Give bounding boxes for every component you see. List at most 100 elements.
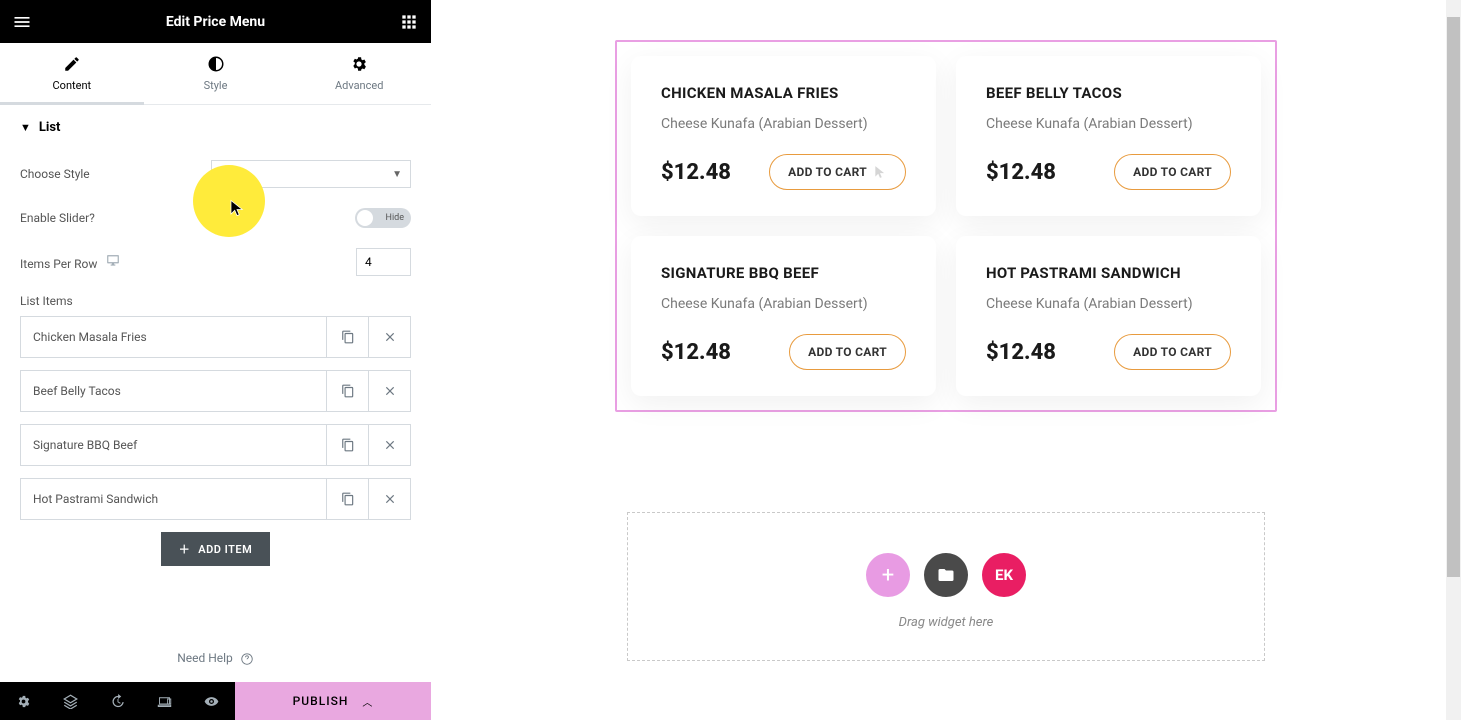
duplicate-item-button[interactable]: [326, 317, 368, 357]
close-icon: [383, 492, 397, 506]
card-footer: $12.48 ADD TO CART: [661, 334, 906, 370]
add-to-cart-button[interactable]: ADD TO CART: [1114, 154, 1231, 190]
list-item[interactable]: Hot Pastrami Sandwich: [20, 478, 411, 520]
card-footer: $12.48 ADD TO CART: [661, 154, 906, 190]
eye-icon: [204, 694, 219, 709]
card-title: SIGNATURE BBQ BEEF: [661, 264, 906, 282]
card-title: HOT PASTRAMI SANDWICH: [986, 264, 1231, 282]
history-button[interactable]: [94, 682, 141, 720]
list-item[interactable]: Beef Belly Tacos: [20, 370, 411, 412]
sidebar-body: ▼ List Choose Style Card ▼ Enable Slider…: [0, 105, 431, 635]
card-price: $12.48: [986, 340, 1056, 365]
field-label: Choose Style: [20, 167, 90, 181]
card-subtitle: Cheese Kunafa (Arabian Dessert): [661, 296, 906, 312]
list-item-name[interactable]: Signature BBQ Beef: [21, 425, 326, 465]
tab-advanced[interactable]: Advanced: [287, 43, 431, 104]
card-subtitle: Cheese Kunafa (Arabian Dessert): [986, 116, 1231, 132]
section-toggle-list[interactable]: ▼ List: [20, 105, 411, 150]
list-items-label: List Items: [20, 286, 411, 316]
gear-icon: [350, 55, 368, 73]
history-icon: [110, 694, 125, 709]
tab-label: Style: [204, 79, 228, 92]
add-to-cart-button[interactable]: ADD TO CART: [789, 334, 906, 370]
remove-item-button[interactable]: [368, 479, 410, 519]
items-per-row-input[interactable]: [356, 248, 411, 276]
card-price: $12.48: [661, 160, 731, 185]
drop-zone-actions: + EK: [628, 553, 1264, 597]
editor-tabs: Content Style Advanced: [0, 43, 431, 105]
layers-icon: [63, 694, 78, 709]
menu-card: BEEF BELLY TACOS Cheese Kunafa (Arabian …: [956, 56, 1261, 216]
card-subtitle: Cheese Kunafa (Arabian Dessert): [661, 116, 906, 132]
list-item-name[interactable]: Beef Belly Tacos: [21, 371, 326, 411]
canvas-scrollbar[interactable]: [1446, 0, 1461, 720]
copy-icon: [341, 492, 355, 506]
duplicate-item-button[interactable]: [326, 479, 368, 519]
tab-label: Content: [53, 79, 92, 92]
publish-button[interactable]: PUBLISH ︿: [235, 682, 431, 720]
card-price: $12.48: [661, 340, 731, 365]
field-label: Items Per Row: [20, 254, 120, 271]
help-icon: [240, 652, 254, 666]
card-title: BEEF BELLY TACOS: [986, 84, 1231, 102]
close-icon: [383, 438, 397, 452]
menu-icon[interactable]: [12, 12, 32, 32]
chevron-up-icon: ︿: [362, 694, 373, 709]
close-icon: [383, 330, 397, 344]
field-items-per-row: Items Per Row: [20, 238, 411, 286]
navigator-button[interactable]: [47, 682, 94, 720]
list-item-name[interactable]: Chicken Masala Fries: [21, 317, 326, 357]
copy-icon: [341, 384, 355, 398]
desktop-icon[interactable]: [106, 254, 120, 268]
template-library-button[interactable]: [924, 553, 968, 597]
add-section-button[interactable]: +: [866, 553, 910, 597]
select-value: Card: [220, 167, 245, 181]
tab-content[interactable]: Content: [0, 43, 144, 104]
preview-button[interactable]: [188, 682, 235, 720]
enable-slider-toggle[interactable]: Hide: [355, 208, 411, 228]
sidebar-footer: PUBLISH ︿: [0, 682, 431, 720]
tab-label: Advanced: [335, 79, 383, 92]
remove-item-button[interactable]: [368, 425, 410, 465]
field-enable-slider: Enable Slider? Hide: [20, 198, 411, 238]
responsive-button[interactable]: [141, 682, 188, 720]
scrollbar-thumb[interactable]: [1447, 17, 1460, 577]
editor-sidebar: Edit Price Menu Content Style Advanced ▼…: [0, 0, 431, 720]
apps-icon[interactable]: [399, 12, 419, 32]
contrast-icon: [207, 55, 225, 73]
remove-item-button[interactable]: [368, 317, 410, 357]
drop-zone-text: Drag widget here: [628, 615, 1264, 630]
sidebar-header: Edit Price Menu: [0, 0, 431, 43]
list-item[interactable]: Chicken Masala Fries: [20, 316, 411, 358]
menu-card: CHICKEN MASALA FRIES Cheese Kunafa (Arab…: [631, 56, 936, 216]
toggle-label: Hide: [386, 213, 404, 223]
add-item-button[interactable]: ＋ ADD ITEM: [161, 532, 271, 566]
need-help-link[interactable]: Need Help: [0, 635, 431, 682]
duplicate-item-button[interactable]: [326, 371, 368, 411]
chevron-down-icon: ▼: [392, 169, 402, 180]
list-item[interactable]: Signature BBQ Beef: [20, 424, 411, 466]
duplicate-item-button[interactable]: [326, 425, 368, 465]
widget-drop-zone[interactable]: + EK Drag widget here: [627, 512, 1265, 661]
devices-icon: [157, 694, 172, 709]
remove-item-button[interactable]: [368, 371, 410, 411]
card-footer: $12.48 ADD TO CART: [986, 334, 1231, 370]
sidebar-title: Edit Price Menu: [32, 14, 399, 30]
canvas-area[interactable]: CHICKEN MASALA FRIES Cheese Kunafa (Arab…: [431, 0, 1461, 720]
card-footer: $12.48 ADD TO CART: [986, 154, 1231, 190]
add-to-cart-button[interactable]: ADD TO CART: [1114, 334, 1231, 370]
ek-widgets-button[interactable]: EK: [982, 553, 1026, 597]
choose-style-select[interactable]: Card ▼: [211, 160, 411, 188]
copy-icon: [341, 438, 355, 452]
close-icon: [383, 384, 397, 398]
price-menu-widget[interactable]: CHICKEN MASALA FRIES Cheese Kunafa (Arab…: [615, 40, 1277, 412]
folder-icon: [937, 566, 955, 584]
field-choose-style: Choose Style Card ▼: [20, 150, 411, 198]
field-label: Enable Slider?: [20, 211, 95, 225]
list-item-name[interactable]: Hot Pastrami Sandwich: [21, 479, 326, 519]
menu-card: HOT PASTRAMI SANDWICH Cheese Kunafa (Ara…: [956, 236, 1261, 396]
add-to-cart-button[interactable]: ADD TO CART: [769, 154, 906, 190]
card-price: $12.48: [986, 160, 1056, 185]
tab-style[interactable]: Style: [144, 43, 288, 104]
settings-button[interactable]: [0, 682, 47, 720]
